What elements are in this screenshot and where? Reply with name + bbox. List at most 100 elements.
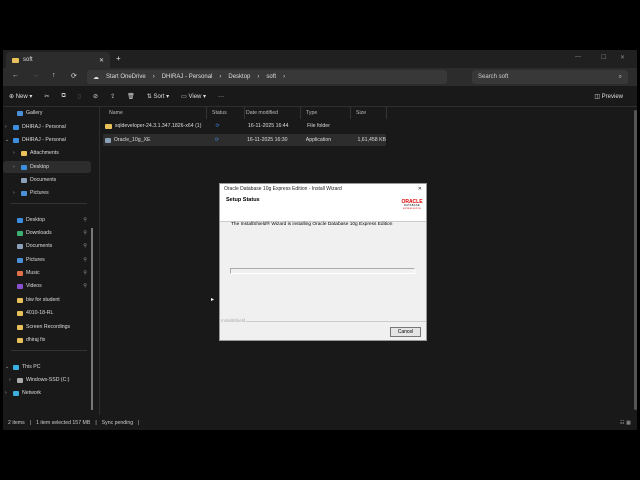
search-placeholder: Search soft (478, 74, 509, 80)
sidebar-item[interactable]: › DHIRAJ - Personal (3, 121, 91, 133)
breadcrumb-dhiraj[interactable]: DHIRAJ - Personal (162, 74, 213, 80)
pin-icon: ⚲ (83, 257, 87, 263)
cancel-button[interactable]: Cancel (390, 327, 421, 337)
sidebar-item[interactable]: Documents (3, 174, 91, 186)
sidebar-item-icon (17, 230, 23, 236)
sidebar-item[interactable]: Gallery (3, 107, 91, 119)
view-toggle-icons[interactable]: ☷ ▦ (620, 420, 631, 426)
file-row[interactable]: sqldeveloper-24.3.1.347.1826-x64 (1) ⟳ 1… (103, 120, 386, 132)
sidebar-item-label: Pictures (30, 190, 49, 196)
breadcrumb-desktop[interactable]: Desktop (228, 74, 250, 80)
minimize-button[interactable]: — (575, 54, 581, 60)
sidebar-item-label: Downloads (26, 230, 52, 236)
share-icon[interactable]: ⇪ (110, 93, 115, 100)
sidebar-item-label: This PC (22, 364, 41, 370)
search-input[interactable]: Search soft ⌕ (472, 70, 628, 84)
sidebar-item[interactable]: › Pictures (3, 187, 91, 199)
sidebar-item[interactable]: › Attachments (3, 147, 91, 159)
pin-icon: ⚲ (83, 217, 87, 223)
sidebar-item[interactable]: › Windows-SSD (C:) (3, 374, 91, 386)
forward-button[interactable]: → (32, 72, 39, 79)
rename-icon[interactable]: ⊘ (93, 93, 98, 100)
file-row[interactable]: Oracle_10g_XE ⟳ 16-11-2025 16:30 Applica… (103, 134, 386, 146)
sidebar-item-icon (21, 177, 27, 183)
breadcrumb-soft[interactable]: soft (266, 74, 276, 80)
chevron-icon[interactable]: ⌄ (5, 137, 10, 143)
column-status[interactable]: Status (207, 107, 245, 119)
close-button[interactable]: ✕ (620, 54, 625, 61)
command-bar: ⊕ New ▾ ✂ ⧉ ▯ ⊘ ⇪ 🗑 ⇅ Sort ▾ ▭ View ▾ ··… (3, 87, 637, 107)
sync-icon: ⟳ (215, 123, 220, 129)
chevron-icon[interactable]: › (5, 124, 10, 130)
item-count: 2 items (8, 420, 25, 426)
file-name: sqldeveloper-24.3.1.347.1826-x64 (1) (114, 123, 202, 129)
sync-status: Sync pending (101, 420, 134, 426)
breadcrumb[interactable]: ☁ Start OneDrive › DHIRAJ - Personal › Des… (87, 70, 447, 84)
sidebar-item-label: DHIRAJ - Personal (22, 137, 66, 143)
view-button[interactable]: ▭ View ▾ (181, 93, 206, 100)
column-name[interactable]: Name (104, 107, 207, 119)
sidebar-item-label: Screen Recordings (26, 324, 71, 330)
preview-button[interactable]: ◫ Preview (594, 93, 623, 100)
column-type[interactable]: Type (301, 107, 351, 119)
sidebar-item-icon (17, 217, 23, 223)
sidebar-item[interactable]: biw for student (3, 294, 91, 306)
install-wizard-dialog: Oracle Database 10g Express Edition - In… (219, 183, 427, 341)
chevron-icon[interactable]: › (5, 390, 10, 396)
sidebar-item[interactable]: ⌄ DHIRAJ - Personal (3, 134, 91, 146)
paste-icon[interactable]: ▯ (78, 93, 81, 100)
chevron-icon[interactable]: ⌄ (5, 364, 10, 370)
chevron-icon[interactable]: › (13, 150, 18, 156)
sort-button[interactable]: ⇅ Sort ▾ (147, 93, 169, 100)
sidebar-item-icon (17, 283, 23, 289)
sidebar-item-icon (17, 324, 23, 330)
sidebar-item-icon (17, 310, 23, 316)
sidebar-item[interactable]: Downloads ⚲ (3, 227, 91, 239)
sidebar-item[interactable]: 4010-18-RL (3, 307, 91, 319)
chevron-icon[interactable]: › (9, 377, 14, 383)
application-icon (105, 137, 111, 143)
maximize-button[interactable]: ☐ (601, 54, 606, 61)
sidebar-item[interactable]: Screen Recordings (3, 321, 91, 333)
delete-icon[interactable]: 🗑 (127, 93, 135, 100)
column-date[interactable]: Date modified (241, 107, 301, 119)
sidebar-item[interactable]: › Desktop (3, 161, 91, 173)
divider (11, 350, 87, 351)
sidebar-item[interactable]: Videos ⚲ (3, 280, 91, 292)
chevron-icon[interactable]: › (13, 190, 18, 196)
tab-soft[interactable]: soft ✕ (6, 52, 110, 68)
sidebar-scrollbar[interactable] (91, 228, 93, 410)
sidebar-item[interactable]: dhiraj fix (3, 334, 91, 346)
copy-icon[interactable]: ⧉ (61, 93, 65, 100)
main-scrollbar[interactable] (634, 110, 637, 410)
sidebar-item[interactable]: Pictures ⚲ (3, 254, 91, 266)
cut-icon[interactable]: ✂ (44, 93, 49, 100)
onedrive-icon: ☁ (93, 74, 99, 81)
back-button[interactable]: ← (12, 72, 19, 79)
sidebar-item[interactable]: Music ⚲ (3, 267, 91, 279)
breadcrumb-start-onedrive[interactable]: Start OneDrive (106, 74, 146, 80)
column-size[interactable]: Size (351, 107, 387, 119)
more-button[interactable]: ··· (218, 94, 224, 100)
sidebar-item[interactable]: Documents ⚲ (3, 240, 91, 252)
dialog-close-button[interactable]: ✕ (418, 186, 422, 192)
sidebar-item-icon (21, 150, 27, 156)
tab-title: soft (23, 57, 33, 63)
oracle-logo: ORACLE DATABASE EXPRESS EDITION (401, 199, 423, 210)
sidebar-item[interactable]: Desktop ⚲ (3, 214, 91, 226)
refresh-button[interactable]: ⟳ (71, 72, 77, 80)
sidebar-item[interactable]: › Network (3, 387, 91, 399)
sidebar-item[interactable]: ⌄ This PC (3, 361, 91, 373)
install-progress-bar (230, 268, 415, 274)
chevron-icon[interactable]: › (13, 164, 18, 170)
sidebar-item-label: Gallery (26, 110, 43, 116)
new-tab-button[interactable]: + (116, 54, 121, 63)
title-bar: soft ✕ + — ☐ ✕ (3, 50, 637, 68)
sidebar-item-icon (17, 377, 23, 383)
divider (11, 203, 87, 204)
sidebar-item-icon (17, 243, 23, 249)
close-tab-icon[interactable]: ✕ (99, 57, 104, 64)
view-label: View (188, 94, 202, 100)
up-button[interactable]: ↑ (52, 72, 56, 79)
new-button[interactable]: ⊕ New ▾ (9, 93, 32, 100)
